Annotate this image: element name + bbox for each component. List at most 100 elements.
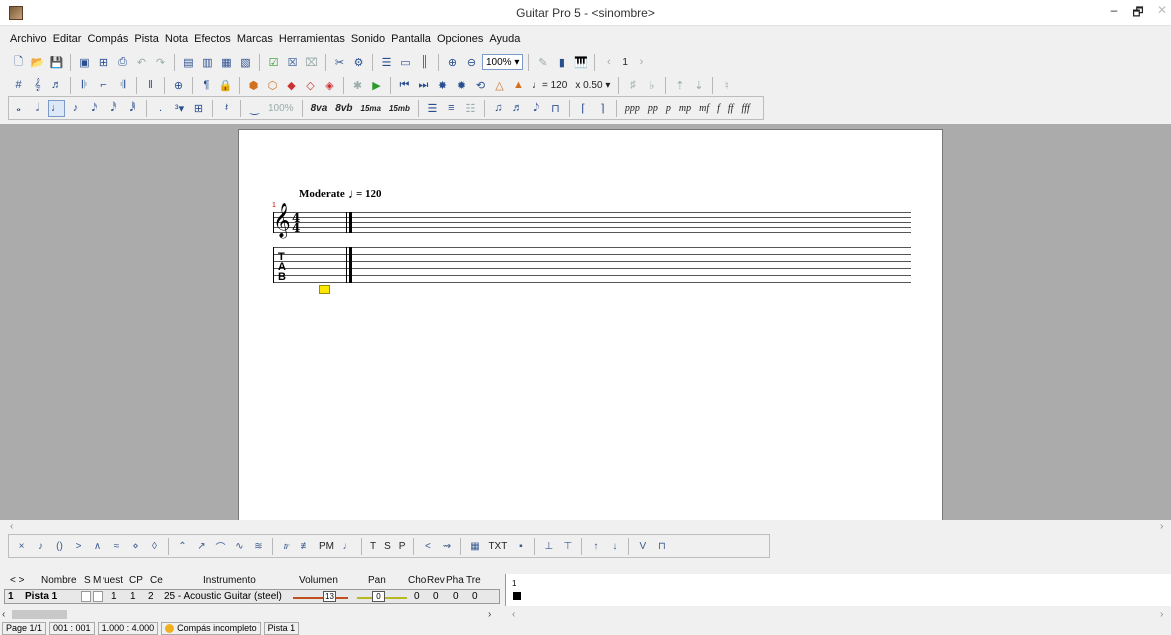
insert-track-icon[interactable]: ▦ — [218, 54, 235, 71]
staff-tab-icon[interactable]: ≡ — [443, 100, 460, 117]
track-name[interactable]: Pista 1 — [25, 591, 57, 602]
speed-trainer-icon[interactable]: △ — [491, 77, 508, 94]
zoom-select[interactable]: 100% ▾ — [482, 54, 524, 70]
coda-icon[interactable]: ⊕ — [170, 77, 187, 94]
countdown-icon[interactable]: ✹ — [453, 77, 470, 94]
dynamic-mf[interactable]: mf — [696, 103, 712, 114]
metronome-icon[interactable]: ✸ — [434, 77, 451, 94]
dynamic-ff[interactable]: ff — [725, 103, 737, 114]
stem-direction-icon[interactable]: ⌉ — [594, 100, 611, 117]
multitrack-icon[interactable]: ║ — [416, 54, 433, 71]
wide-vibrato-icon[interactable]: ≋ — [250, 538, 267, 555]
key-signature-icon[interactable]: # — [10, 77, 27, 94]
chord-grid-icon[interactable]: ⊞ — [190, 100, 207, 117]
parenthesis-icon[interactable]: () — [51, 538, 68, 555]
track-port[interactable]: 1 — [111, 591, 117, 602]
track-tremolo[interactable]: 0 — [472, 591, 478, 602]
ottava-8va[interactable]: 8va — [308, 103, 331, 114]
scroll-right-icon[interactable]: › — [1160, 521, 1163, 532]
dotted-note-icon[interactable]: . — [152, 100, 169, 117]
undo-icon[interactable]: ↶ — [133, 54, 150, 71]
timeline-scroll-left-icon[interactable]: ‹ — [512, 609, 515, 620]
close-button[interactable]: ✕ — [1150, 3, 1171, 17]
timeline-bar-block[interactable] — [513, 592, 521, 600]
score-page[interactable]: Moderate ♩ = 120 1 𝄞 4 4 T A B — [238, 129, 943, 522]
scroll-left-icon[interactable]: ‹ — [10, 521, 13, 532]
text-label[interactable]: TXT — [485, 541, 510, 552]
artificial-harmonic-icon[interactable]: ◊ — [146, 538, 163, 555]
menu-pista[interactable]: Pista — [134, 33, 158, 49]
rse-icon[interactable]: ⬢ — [245, 77, 262, 94]
fretboard-icon[interactable]: ▮ — [553, 54, 570, 71]
menu-herramientas[interactable]: Herramientas — [279, 33, 345, 49]
menu-nota[interactable]: Nota — [165, 33, 188, 49]
dead-note-icon[interactable]: × — [13, 538, 30, 555]
track-reverb[interactable]: 0 — [433, 591, 439, 602]
lock-icon[interactable]: 🔒 — [217, 77, 234, 94]
accent-icon[interactable]: > — [70, 538, 87, 555]
staccato-icon[interactable]: ♩ — [339, 538, 356, 555]
upstroke-icon[interactable]: ↑ — [587, 538, 604, 555]
hammer-icon[interactable]: ⌒ — [212, 538, 229, 555]
pop-label[interactable]: P — [396, 541, 409, 552]
zoom-out-icon[interactable]: ⊖ — [463, 54, 480, 71]
stem-auto-icon[interactable]: ⌈ — [575, 100, 592, 117]
menu-archivo[interactable]: Archivo — [10, 33, 47, 49]
dynamic-mp[interactable]: mp — [676, 103, 694, 114]
chord-diagram-icon[interactable]: ▦ — [466, 538, 483, 555]
ghost-note-icon[interactable]: ♪ — [32, 538, 49, 555]
menu-editar[interactable]: Editar — [53, 33, 82, 49]
score-workspace[interactable]: Moderate ♩ = 120 1 𝄞 4 4 T A B — [0, 124, 1171, 522]
thirty-second-note-icon[interactable]: 𝅘𝅥𝅰 — [105, 100, 122, 117]
crescendo-icon[interactable]: < — [419, 538, 436, 555]
scroll-right-icon[interactable]: › — [488, 609, 491, 620]
dynamic-pp[interactable]: pp — [645, 103, 661, 114]
zoom-in-icon[interactable]: ⊕ — [444, 54, 461, 71]
redo-icon[interactable]: ↷ — [152, 54, 169, 71]
menu-ayuda[interactable]: Ayuda — [489, 33, 520, 49]
clear-icon[interactable]: ⌧ — [303, 54, 320, 71]
template-icon[interactable]: ▣ — [76, 54, 93, 71]
mixer-icon[interactable]: ◈ — [321, 77, 338, 94]
pickstroke-up-icon[interactable]: ⊥ — [540, 538, 557, 555]
timeline-scroll-right-icon[interactable]: › — [1160, 609, 1163, 620]
new-file-icon[interactable]: 🗋 — [10, 54, 27, 71]
enharmonic-icon[interactable]: ♮ — [718, 77, 735, 94]
staff-both-icon[interactable]: ☷ — [462, 100, 479, 117]
dynamic-f[interactable]: f — [714, 103, 723, 114]
track-effect-channel[interactable]: 2 — [148, 591, 154, 602]
flat-icon[interactable]: ♭ — [643, 77, 660, 94]
screen-layout-icon[interactable]: ▭ — [397, 54, 414, 71]
print-preview-icon[interactable]: ⊞ — [95, 54, 112, 71]
menu-compas[interactable]: Compás — [87, 33, 128, 49]
keyboard-icon[interactable]: 🎹 — [572, 54, 589, 71]
volume-bar[interactable] — [293, 597, 348, 599]
volume-knob[interactable]: 13 — [323, 591, 336, 602]
bend-icon[interactable]: ⌃ — [174, 538, 191, 555]
go-start-icon[interactable]: ⏮ — [396, 77, 413, 94]
marker-icon[interactable]: ▪ — [512, 538, 529, 555]
score-horizontal-scrollbar[interactable]: ‹ › — [0, 520, 1171, 534]
ottava-8vb[interactable]: 8vb — [332, 103, 355, 114]
stroke-icon[interactable]: ⇝ — [438, 538, 455, 555]
delete-bar-icon[interactable]: ▥ — [199, 54, 216, 71]
check-song-icon[interactable]: ☒ — [284, 54, 301, 71]
trill-icon[interactable]: 𝆖 — [278, 538, 295, 555]
menu-opciones[interactable]: Opciones — [437, 33, 483, 49]
tempo-display[interactable]: ♩= 120 — [529, 80, 570, 91]
alternate-ending-icon[interactable]: ⌐ — [95, 77, 112, 94]
tuner-icon[interactable]: ✱ — [349, 77, 366, 94]
pan-knob[interactable]: 0 — [372, 591, 385, 602]
vibrato-icon[interactable]: ∿ — [231, 538, 248, 555]
sharp-icon[interactable]: ♯ — [624, 77, 641, 94]
tie-icon[interactable]: ‿ — [246, 100, 263, 117]
paragraph-icon[interactable]: ¶ — [198, 77, 215, 94]
check-bar-icon[interactable]: ☑ — [265, 54, 282, 71]
clef-icon[interactable]: 𝄞 — [29, 77, 46, 94]
speed-trainer-settings-icon[interactable]: ▲ — [510, 77, 527, 94]
menu-pantalla[interactable]: Pantalla — [391, 33, 431, 49]
loop-icon[interactable]: ⟲ — [472, 77, 489, 94]
edit-cursor[interactable] — [319, 285, 330, 294]
down-pick-icon[interactable]: ⊓ — [653, 538, 670, 555]
page-number[interactable]: 1 — [619, 57, 631, 68]
